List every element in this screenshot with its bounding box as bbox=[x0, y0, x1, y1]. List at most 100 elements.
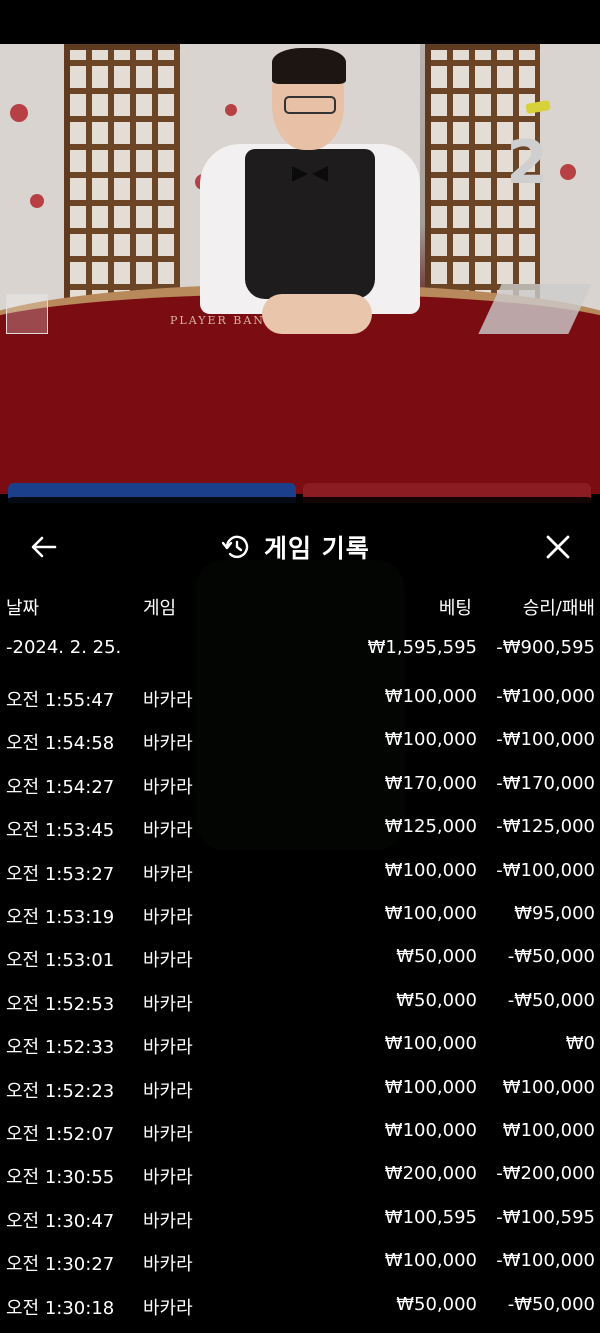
blossom bbox=[30, 194, 44, 208]
row-bet: ₩50,000 bbox=[396, 989, 477, 1011]
history-row[interactable]: 오전 1:30:27 바카라 ₩100,000 -₩100,000 bbox=[0, 1250, 600, 1280]
row-bet: ₩100,000 bbox=[384, 1120, 477, 1141]
dealer-hands bbox=[262, 294, 372, 334]
history-row[interactable]: 오전 1:53:19 바카라 ₩100,000 ₩95,000 bbox=[0, 903, 600, 933]
row-game: 바카라 bbox=[143, 950, 193, 972]
row-time: 오전 1:30:27 bbox=[6, 1254, 115, 1276]
row-game: 바카라 bbox=[143, 1254, 193, 1276]
row-result: ₩0 bbox=[565, 1033, 595, 1055]
row-bet: ₩100,595 bbox=[384, 1206, 477, 1228]
history-row[interactable]: 오전 1:52:33 바카라 ₩100,000 ₩0 bbox=[0, 1033, 600, 1063]
row-bet: ₩100,000 bbox=[384, 1250, 477, 1272]
row-bet: ₩200,000 bbox=[384, 1163, 477, 1185]
row-time: 오전 1:53:27 bbox=[6, 863, 115, 885]
status-bar bbox=[0, 0, 600, 44]
discard-tray bbox=[6, 294, 48, 334]
row-bet: ₩50,000 bbox=[396, 1293, 477, 1315]
history-row[interactable]: 오전 1:52:07 바카라 ₩100,000 ₩100,000 bbox=[0, 1120, 600, 1150]
blossom bbox=[10, 104, 28, 122]
row-result: ₩100,000 bbox=[502, 1076, 595, 1098]
group-total-bet: ₩1,595,595 bbox=[367, 637, 477, 658]
row-bet: ₩100,000 bbox=[384, 1033, 477, 1055]
row-game: 바카라 bbox=[143, 993, 193, 1015]
column-game: 게임 bbox=[143, 598, 177, 619]
close-icon bbox=[546, 535, 570, 559]
row-game: 바카라 bbox=[143, 733, 193, 755]
blossom bbox=[225, 104, 237, 116]
group-total-result: -₩900,595 bbox=[496, 637, 595, 658]
row-result: ₩100,000 bbox=[502, 1120, 595, 1141]
history-row[interactable]: 오전 1:54:58 바카라 ₩100,000 -₩100,000 bbox=[0, 729, 600, 759]
row-time: 오전 1:52:07 bbox=[6, 1124, 115, 1145]
history-icon bbox=[222, 535, 249, 559]
row-time: 오전 1:55:47 bbox=[6, 690, 115, 711]
row-result: -₩125,000 bbox=[496, 816, 595, 838]
row-bet: ₩100,000 bbox=[384, 903, 477, 924]
row-result: -₩200,000 bbox=[496, 1163, 595, 1185]
row-time: 오전 1:52:33 bbox=[6, 1037, 115, 1059]
round-number: 2 bbox=[506, 128, 548, 198]
row-time: 오전 1:54:58 bbox=[6, 733, 115, 755]
row-game: 바카라 bbox=[143, 1124, 193, 1145]
row-bet: ₩100,000 bbox=[384, 859, 477, 881]
row-result: -₩100,000 bbox=[496, 1250, 595, 1272]
folding-screen-left bbox=[0, 44, 70, 334]
row-result: ₩95,000 bbox=[514, 903, 595, 924]
row-game: 바카라 bbox=[143, 1167, 193, 1189]
column-bet: 베팅 bbox=[438, 598, 472, 619]
history-row[interactable]: 오전 1:53:27 바카라 ₩100,000 -₩100,000 bbox=[0, 860, 600, 890]
history-row[interactable]: 오전 1:54:27 바카라 ₩170,000 -₩170,000 bbox=[0, 773, 600, 803]
history-row[interactable]: 오전 1:53:45 바카라 ₩125,000 -₩125,000 bbox=[0, 816, 600, 846]
row-game: 바카라 bbox=[143, 1297, 193, 1319]
column-date: 날짜 bbox=[6, 598, 40, 619]
row-time: 오전 1:53:01 bbox=[6, 950, 115, 972]
panel-header: 게임 기록 bbox=[0, 497, 600, 593]
dealer-glasses bbox=[284, 96, 336, 114]
column-header: 날짜 게임 베팅 승리/패배 bbox=[0, 594, 600, 619]
row-bet: ₩100,000 bbox=[384, 729, 477, 751]
dealer-video-feed: PLAYER BANKER 2 bbox=[0, 44, 600, 494]
row-result: -₩100,000 bbox=[496, 686, 595, 707]
date-group-row[interactable]: -2024. 2. 25. ₩1,595,595 -₩900,595 bbox=[0, 637, 600, 667]
history-row[interactable]: 오전 1:30:18 바카라 ₩50,000 -₩50,000 bbox=[0, 1294, 600, 1324]
row-time: 오전 1:52:53 bbox=[6, 993, 115, 1015]
group-date: -2024. 2. 25. bbox=[6, 637, 122, 658]
row-time: 오전 1:54:27 bbox=[6, 776, 115, 798]
history-row[interactable]: 오전 1:30:55 바카라 ₩200,000 -₩200,000 bbox=[0, 1163, 600, 1193]
history-row[interactable]: 오전 1:52:53 바카라 ₩50,000 -₩50,000 bbox=[0, 990, 600, 1020]
row-game: 바카라 bbox=[143, 1080, 193, 1102]
row-result: -₩50,000 bbox=[507, 989, 595, 1011]
row-time: 오전 1:30:18 bbox=[6, 1297, 115, 1319]
close-button[interactable] bbox=[538, 527, 578, 567]
row-result: -₩100,000 bbox=[496, 729, 595, 751]
row-time: 오전 1:30:47 bbox=[6, 1210, 115, 1232]
row-game: 바카라 bbox=[143, 820, 193, 842]
blossom bbox=[560, 164, 576, 180]
title-group: 게임 기록 bbox=[222, 527, 370, 567]
row-game: 바카라 bbox=[143, 863, 193, 885]
row-game: 바카라 bbox=[143, 907, 193, 928]
arrow-left-icon bbox=[31, 536, 57, 558]
row-result: -₩100,000 bbox=[496, 859, 595, 881]
row-time: 오전 1:53:19 bbox=[6, 907, 115, 928]
history-row[interactable]: 오전 1:53:01 바카라 ₩50,000 -₩50,000 bbox=[0, 946, 600, 976]
row-bet: ₩100,000 bbox=[384, 686, 477, 707]
row-bet: ₩50,000 bbox=[396, 946, 477, 968]
game-history-panel: 게임 기록 날짜 게임 베팅 승리/패배 -2024. 2. 25. ₩1,59… bbox=[0, 497, 600, 1333]
history-row[interactable]: 오전 1:30:47 바카라 ₩100,595 -₩100,595 bbox=[0, 1207, 600, 1237]
row-game: 바카라 bbox=[143, 1037, 193, 1059]
back-button[interactable] bbox=[24, 527, 64, 567]
row-game: 바카라 bbox=[143, 776, 193, 798]
row-game: 바카라 bbox=[143, 1210, 193, 1232]
row-game: 바카라 bbox=[143, 690, 193, 711]
history-row[interactable]: 오전 1:52:23 바카라 ₩100,000 ₩100,000 bbox=[0, 1077, 600, 1107]
row-result: -₩100,595 bbox=[496, 1206, 595, 1228]
row-time: 오전 1:53:45 bbox=[6, 820, 115, 842]
dealer-vest bbox=[245, 149, 375, 299]
row-result: -₩50,000 bbox=[507, 1293, 595, 1315]
history-row[interactable]: 오전 1:55:47 바카라 ₩100,000 -₩100,000 bbox=[0, 686, 600, 716]
column-result: 승리/패배 bbox=[522, 598, 595, 619]
dealer-bowtie bbox=[292, 166, 308, 182]
row-time: 오전 1:30:55 bbox=[6, 1167, 115, 1189]
row-time: 오전 1:52:23 bbox=[6, 1080, 115, 1102]
